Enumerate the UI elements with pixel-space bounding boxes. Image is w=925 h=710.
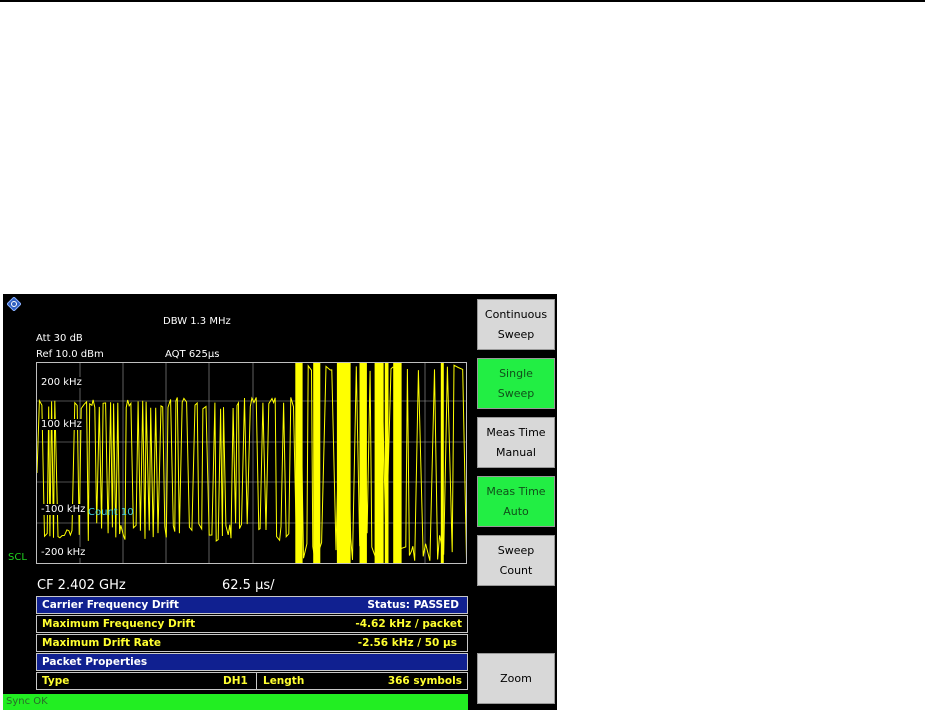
max-drift-rate-label: Maximum Drift Rate — [42, 637, 161, 649]
sweep-count-button[interactable]: Sweep Count — [477, 535, 555, 586]
type-label: Type — [42, 675, 70, 687]
length-label: Length — [263, 675, 305, 687]
trace-svg — [37, 363, 466, 563]
aqt-label: AQT 625µs — [165, 349, 220, 360]
count-label: Count 10 — [88, 507, 134, 518]
top-border-line — [0, 0, 925, 2]
table-title: Carrier Frequency Drift — [42, 599, 179, 611]
max-freq-drift-value: -4.62 kHz / packet — [355, 618, 462, 630]
dbw-label: DBW 1.3 MHz — [163, 316, 231, 327]
button-label-line1: Sweep — [497, 543, 535, 557]
button-label-line1: Continuous — [484, 307, 548, 321]
packet-properties-label: Packet Properties — [42, 656, 148, 668]
type-value: DH1 — [223, 675, 248, 687]
button-label-line2: Count — [499, 563, 533, 577]
frequency-trace — [37, 363, 466, 563]
status-bar: Sync OK — [3, 694, 468, 710]
single-sweep-button[interactable]: Single Sweep — [477, 358, 555, 409]
trace-burst — [299, 363, 303, 563]
max-freq-drift-label: Maximum Frequency Drift — [42, 618, 196, 630]
status-passed: Status: PASSED — [367, 599, 459, 611]
trace-burst — [384, 363, 388, 563]
y-label-200khz: 200 kHz — [40, 377, 83, 388]
reference-level-label: Ref 10.0 dBm — [36, 349, 104, 360]
table-header-row: Carrier Frequency Drift Status: PASSED — [36, 596, 468, 614]
trace-plot: 200 kHz 100 kHz -100 kHz -200 kHz Count … — [36, 362, 467, 564]
meas-time-manual-button[interactable]: Meas Time Manual — [477, 417, 555, 468]
button-label-line2: Sweep — [497, 386, 535, 400]
table-row: Maximum Drift Rate -2.56 kHz / 50 µs — [36, 634, 468, 652]
trace-burst — [440, 363, 444, 563]
y-label-minus-200khz: -200 kHz — [40, 547, 87, 558]
button-label-line1: Zoom — [500, 671, 532, 685]
attenuation-label: Att 30 dB — [36, 333, 83, 344]
trace-burst — [377, 363, 384, 563]
max-drift-rate-value: -2.56 kHz / 50 µs — [357, 637, 457, 649]
results-table: Carrier Frequency Drift Status: PASSED M… — [36, 596, 468, 691]
y-label-100khz: 100 kHz — [40, 419, 83, 430]
rohde-schwarz-logo-icon — [7, 297, 21, 311]
table-row: Maximum Frequency Drift -4.62 kHz / pack… — [36, 615, 468, 633]
packet-properties-row: Packet Properties — [36, 653, 468, 671]
softkey-panel: Continuous Sweep Single Sweep Meas Time … — [470, 294, 557, 710]
continuous-sweep-button[interactable]: Continuous Sweep — [477, 299, 555, 350]
trace-burst — [313, 363, 319, 563]
length-value: 366 symbols — [387, 675, 462, 687]
button-label-line2: Auto — [503, 504, 529, 518]
column-divider — [256, 672, 257, 690]
center-frequency: CF 2.402 GHz — [37, 578, 126, 593]
trace-burst — [394, 363, 402, 563]
time-per-division: 62.5 µs/ — [222, 578, 275, 593]
button-label-line1: Meas Time — [486, 484, 546, 498]
trace-burst — [336, 363, 343, 563]
scl-indicator: SCL — [8, 552, 27, 563]
button-label-line2: Manual — [496, 445, 536, 459]
button-label-line1: Single — [499, 366, 533, 380]
zoom-button[interactable]: Zoom — [477, 653, 555, 704]
button-label-line1: Meas Time — [486, 425, 546, 439]
trace-burst — [360, 363, 367, 563]
trace-burst — [343, 363, 350, 563]
button-label-line2: Sweep — [497, 327, 535, 341]
table-row: Type DH1 Length 366 symbols — [36, 672, 468, 690]
y-label-minus-100khz: -100 kHz — [40, 504, 87, 515]
meas-time-auto-button[interactable]: Meas Time Auto — [477, 476, 555, 527]
